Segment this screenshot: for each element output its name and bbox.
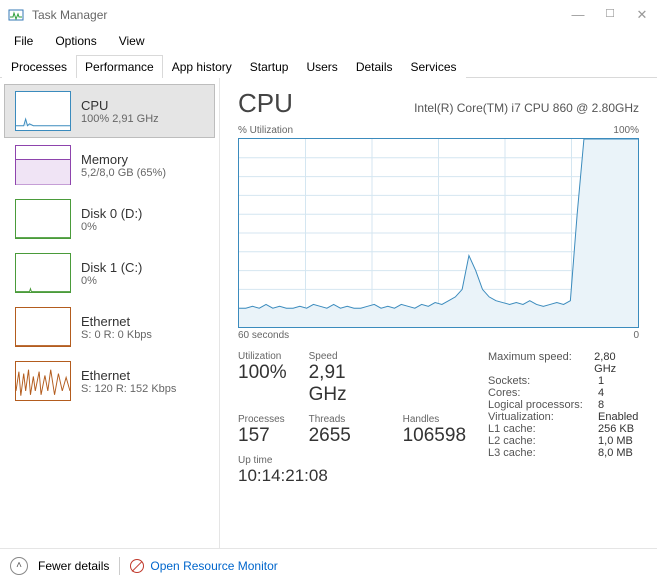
chevron-up-icon[interactable]: ˄ [10,557,28,575]
task-manager-icon [8,7,24,23]
processes-value: 157 [238,425,287,447]
info-val: 8 [598,399,604,411]
tab-app-history[interactable]: App history [163,55,241,78]
uptime-value: 10:14:21:08 [238,466,466,486]
speed-value: 2,91 GHz [309,362,381,406]
sidebar-item-label: CPU [81,98,159,113]
disk-thumb-icon [15,253,71,293]
chart-x-left: 60 seconds [238,330,289,341]
sidebar-item-cpu[interactable]: CPU 100% 2,91 GHz [4,84,215,138]
info-row: Cores:4 [488,387,639,399]
window-controls: — ☐ ✕ [571,7,649,23]
sidebar-item-disk-1[interactable]: Disk 1 (C:) 0% [4,246,215,300]
info-row: Sockets:1 [488,375,639,387]
resource-monitor-icon [130,559,144,573]
chart-y-label: % Utilization [238,125,293,136]
footer: ˄ Fewer details Open Resource Monitor [0,548,657,582]
cpu-info-list: Maximum speed:2,80 GHzSockets:1Cores:4Lo… [488,351,639,492]
sidebar-item-ethernet-1[interactable]: Ethernet S: 120 R: 152 Kbps [4,354,215,408]
cpu-model: Intel(R) Core(TM) i7 CPU 860 @ 2.80GHz [414,101,639,115]
info-key: Virtualization: [488,411,598,423]
stat-label: Handles [403,414,466,425]
cpu-thumb-icon [15,91,71,131]
tab-performance[interactable]: Performance [76,55,163,78]
detail-pane: CPU Intel(R) Core(TM) i7 CPU 860 @ 2.80G… [220,78,657,548]
stat-label: Up time [238,455,466,466]
tab-processes[interactable]: Processes [2,55,76,78]
sidebar-item-label: Memory [81,152,166,167]
info-val: Enabled [598,411,638,423]
sidebar-item-sub: 100% 2,91 GHz [81,113,159,125]
tab-details[interactable]: Details [347,55,402,78]
ethernet-thumb-icon [15,307,71,347]
fewer-details-button[interactable]: Fewer details [38,559,109,573]
sidebar-item-label: Ethernet [81,368,176,383]
disk-thumb-icon [15,199,71,239]
info-key: Cores: [488,387,598,399]
tab-users[interactable]: Users [297,55,346,78]
sidebar-item-ethernet-0[interactable]: Ethernet S: 0 R: 0 Kbps [4,300,215,354]
info-key: L2 cache: [488,435,598,447]
info-val: 2,80 GHz [594,351,639,375]
info-val: 1 [598,375,604,387]
sidebar-item-sub: 0% [81,221,142,233]
sidebar-item-sub: 0% [81,275,142,287]
sidebar-item-label: Disk 1 (C:) [81,260,142,275]
maximize-button[interactable]: ☐ [603,7,617,23]
chart-x-right: 0 [633,330,639,341]
sidebar-item-sub: 5,2/8,0 GB (65%) [81,167,166,179]
info-val: 8,0 MB [598,447,633,459]
threads-value: 2655 [309,425,381,447]
orm-label: Open Resource Monitor [150,559,277,573]
cpu-chart [238,138,639,328]
info-val: 4 [598,387,604,399]
sidebar-item-label: Disk 0 (D:) [81,206,142,221]
close-button[interactable]: ✕ [635,7,649,23]
info-row: L2 cache:1,0 MB [488,435,639,447]
stat-label: Threads [309,414,381,425]
main-content: CPU 100% 2,91 GHz Memory 5,2/8,0 GB (65%… [0,78,657,548]
utilization-value: 100% [238,362,287,384]
minimize-button[interactable]: — [571,7,585,23]
info-row: Virtualization:Enabled [488,411,639,423]
title-bar: Task Manager — ☐ ✕ [0,0,657,30]
sidebar-item-label: Ethernet [81,314,152,329]
menu-bar: File Options View [0,30,657,52]
sidebar-item-memory[interactable]: Memory 5,2/8,0 GB (65%) [4,138,215,192]
info-key: Maximum speed: [488,351,594,375]
stat-label: Processes [238,414,287,425]
handles-value: 106598 [403,425,466,447]
window-title: Task Manager [32,8,571,22]
detail-title: CPU [238,88,293,119]
info-row: L1 cache:256 KB [488,423,639,435]
info-row: Logical processors:8 [488,399,639,411]
sidebar: CPU 100% 2,91 GHz Memory 5,2/8,0 GB (65%… [0,78,220,548]
tab-startup[interactable]: Startup [241,55,298,78]
menu-view[interactable]: View [111,32,153,50]
menu-options[interactable]: Options [47,32,104,50]
info-row: Maximum speed:2,80 GHz [488,351,639,375]
stats-section: Utilization 100% Speed 2,91 GHz Processe… [238,351,639,492]
stat-label: Utilization [238,351,287,362]
info-row: L3 cache:8,0 MB [488,447,639,459]
info-val: 256 KB [598,423,634,435]
menu-file[interactable]: File [6,32,41,50]
info-key: Logical processors: [488,399,598,411]
sidebar-item-sub: S: 0 R: 0 Kbps [81,329,152,341]
info-key: Sockets: [488,375,598,387]
info-key: L1 cache: [488,423,598,435]
info-val: 1,0 MB [598,435,633,447]
chart-y-max: 100% [613,125,639,136]
tab-bar: Processes Performance App history Startu… [0,54,657,78]
sidebar-item-disk-0[interactable]: Disk 0 (D:) 0% [4,192,215,246]
sidebar-item-sub: S: 120 R: 152 Kbps [81,383,176,395]
ethernet-thumb-icon [15,361,71,401]
tab-services[interactable]: Services [402,55,466,78]
memory-thumb-icon [15,145,71,185]
open-resource-monitor-link[interactable]: Open Resource Monitor [130,559,277,573]
stat-label: Speed [309,351,381,362]
divider [119,557,120,575]
info-key: L3 cache: [488,447,598,459]
